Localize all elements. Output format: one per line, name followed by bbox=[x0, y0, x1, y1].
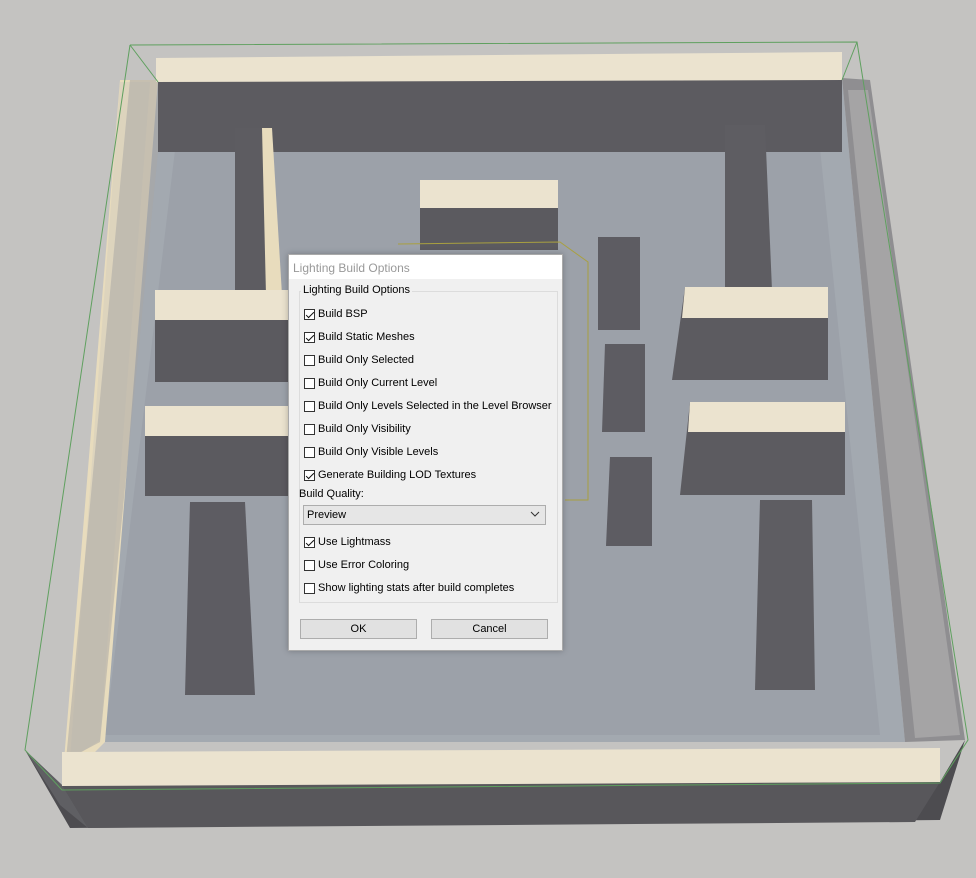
ok-button[interactable]: OK bbox=[300, 619, 417, 639]
checkbox-box[interactable] bbox=[304, 331, 315, 343]
checkbox-box[interactable] bbox=[304, 536, 315, 548]
checkbox-label: Build Only Current Level bbox=[318, 377, 438, 389]
dialog-title: Lighting Build Options bbox=[293, 261, 410, 275]
build-quality-label: Build Quality: bbox=[299, 488, 364, 500]
checkbox-label: Build BSP bbox=[318, 308, 368, 320]
checkbox-label: Show lighting stats after build complete… bbox=[318, 582, 515, 594]
checkbox-box[interactable] bbox=[304, 446, 315, 458]
checkbox-box[interactable] bbox=[304, 377, 315, 389]
checkbox-box[interactable] bbox=[304, 354, 315, 366]
group-label: Lighting Build Options bbox=[301, 284, 413, 296]
use-lightmass-checkbox[interactable]: Use Lightmass bbox=[304, 534, 391, 550]
use-error-coloring-checkbox[interactable]: Use Error Coloring bbox=[304, 557, 409, 573]
checkbox-label: Build Only Selected bbox=[318, 354, 414, 366]
checkbox-label: Build Only Visible Levels bbox=[318, 446, 439, 458]
checkbox-box[interactable] bbox=[304, 308, 315, 320]
checkbox-box[interactable] bbox=[304, 559, 315, 571]
build-only-selected-checkbox[interactable]: Build Only Selected bbox=[304, 352, 414, 368]
checkbox-box[interactable] bbox=[304, 582, 315, 594]
build-only-current-level-checkbox[interactable]: Build Only Current Level bbox=[304, 375, 437, 391]
build-only-visible-levels-checkbox[interactable]: Build Only Visible Levels bbox=[304, 444, 438, 460]
checkbox-label: Generate Building LOD Textures bbox=[318, 469, 477, 481]
checkbox-box[interactable] bbox=[304, 423, 315, 435]
checkbox-label: Build Static Meshes bbox=[318, 331, 415, 343]
checkbox-label: Use Lightmass bbox=[318, 536, 391, 548]
show-lighting-stats-checkbox[interactable]: Show lighting stats after build complete… bbox=[304, 580, 514, 596]
chevron-down-icon bbox=[530, 511, 540, 517]
lighting-build-options-dialog: Lighting Build Options Lighting Build Op… bbox=[288, 254, 563, 651]
checkbox-label: Build Only Visibility bbox=[318, 423, 411, 435]
build-bsp-checkbox[interactable]: Build BSP bbox=[304, 306, 368, 322]
checkbox-box[interactable] bbox=[304, 400, 315, 412]
checkbox-box[interactable] bbox=[304, 469, 315, 481]
build-only-visibility-checkbox[interactable]: Build Only Visibility bbox=[304, 421, 411, 437]
cancel-button[interactable]: Cancel bbox=[431, 619, 548, 639]
checkbox-label: Build Only Levels Selected in the Level … bbox=[318, 400, 552, 412]
generate-building-lod-textures-checkbox[interactable]: Generate Building LOD Textures bbox=[304, 467, 476, 483]
build-quality-select[interactable]: Preview bbox=[303, 505, 546, 525]
checkbox-label: Use Error Coloring bbox=[318, 559, 410, 571]
build-quality-value: Preview bbox=[307, 509, 347, 521]
dialog-titlebar[interactable]: Lighting Build Options bbox=[289, 255, 562, 279]
build-only-levels-selected-checkbox[interactable]: Build Only Levels Selected in the Level … bbox=[304, 398, 552, 414]
build-static-meshes-checkbox[interactable]: Build Static Meshes bbox=[304, 329, 415, 345]
